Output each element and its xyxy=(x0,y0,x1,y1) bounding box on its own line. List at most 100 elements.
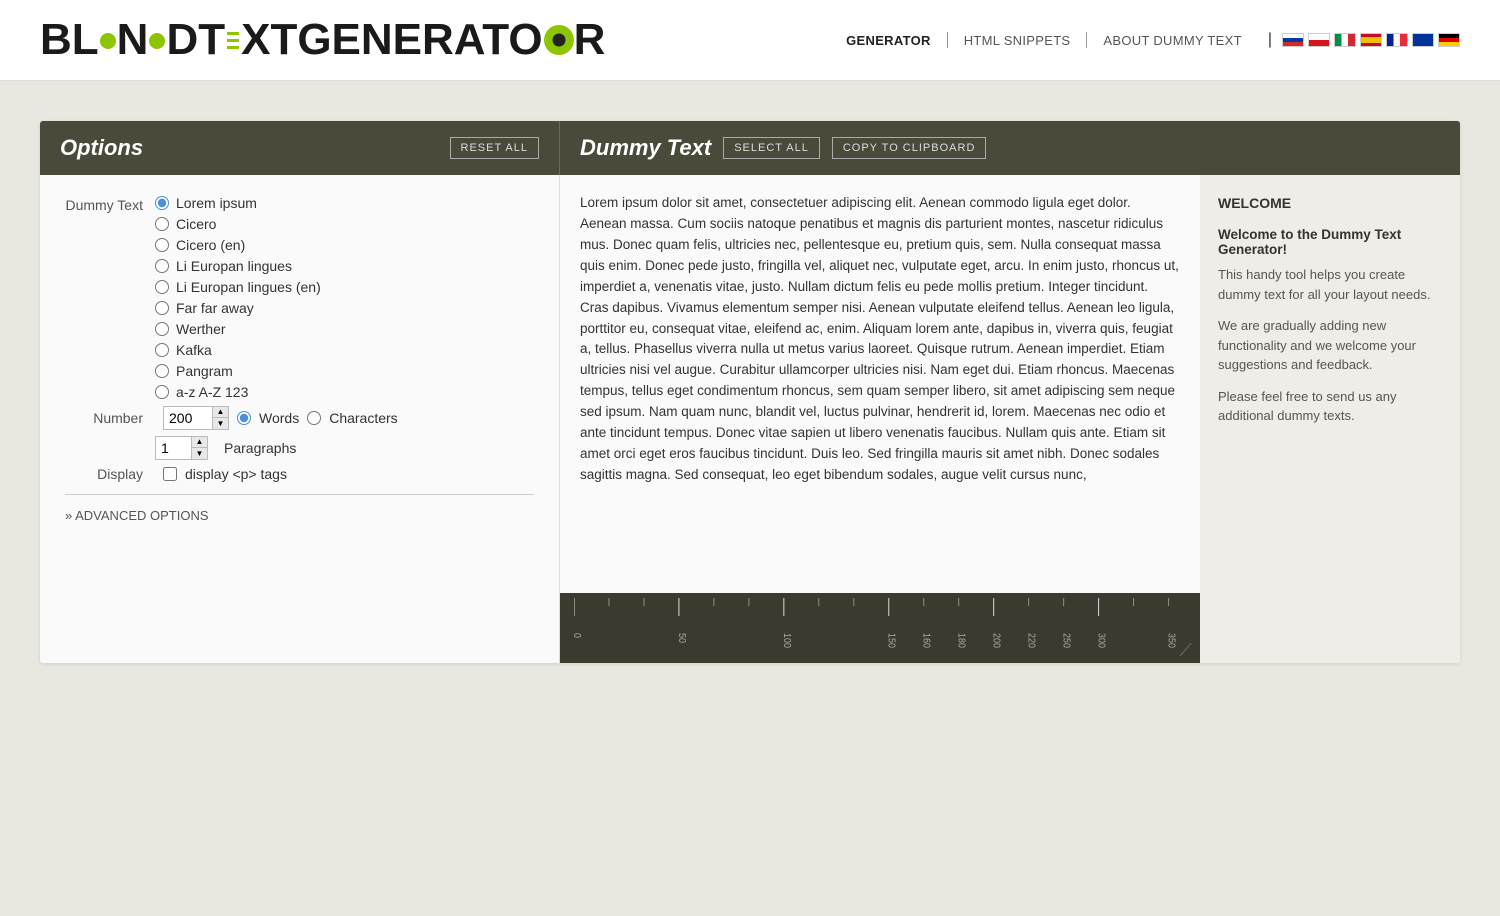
paragraphs-row: ▲ ▼ Paragraphs xyxy=(155,436,534,460)
number-row: Number ▲ ▼ Words Characters xyxy=(65,406,534,430)
ruler-ticks: /* generated via JS below */ xyxy=(570,598,1190,658)
radio-cicero-label: Cicero xyxy=(176,216,216,232)
svg-text:50: 50 xyxy=(677,633,688,643)
flag-cz[interactable] xyxy=(1308,33,1330,47)
radio-li-europan-en-input[interactable] xyxy=(155,280,169,294)
svg-text:220: 220 xyxy=(1027,633,1038,648)
dummy-header-col: Dummy Text SELECT ALL COPY TO CLIPBOARD xyxy=(560,121,1200,175)
dummy-text-choices: Lorem ipsum Cicero Cicero (en) Li E xyxy=(155,195,321,400)
svg-text:150: 150 xyxy=(887,633,898,648)
radio-far-away-input[interactable] xyxy=(155,301,169,315)
number-input-wrapper: ▲ ▼ xyxy=(163,406,229,430)
flag-it[interactable] xyxy=(1334,33,1356,47)
number-label: Number xyxy=(65,410,155,426)
display-label: Display xyxy=(65,466,155,482)
radio-kafka-input[interactable] xyxy=(155,343,169,357)
radio-lorem-input[interactable] xyxy=(155,196,169,210)
dummy-text-label: Dummy Text xyxy=(65,195,155,213)
main-wrapper: Options RESET ALL Dummy Text SELECT ALL … xyxy=(0,81,1500,693)
welcome-sidebar: WELCOME Welcome to the Dummy Text Genera… xyxy=(1200,175,1460,663)
svg-text:180: 180 xyxy=(957,633,968,648)
nav-html-snippets[interactable]: HTML SNIPPETS xyxy=(948,29,1087,52)
copy-to-clipboard-button[interactable]: COPY TO CLIPBOARD xyxy=(832,137,987,159)
welcome-para-1: This handy tool helps you create dummy t… xyxy=(1218,265,1442,304)
radio-pangram-input[interactable] xyxy=(155,364,169,378)
content-panel: Options RESET ALL Dummy Text SELECT ALL … xyxy=(40,121,1460,663)
flag-es[interactable] xyxy=(1360,33,1382,47)
radio-cicero-en: Cicero (en) xyxy=(155,237,321,253)
dummy-text-area xyxy=(560,175,1200,593)
display-p-tags-checkbox[interactable] xyxy=(163,467,177,481)
flag-ru[interactable] xyxy=(1282,33,1304,47)
logo-bl: BL xyxy=(40,18,99,62)
svg-text:100: 100 xyxy=(782,633,793,648)
panel-body: Dummy Text Lorem ipsum Cicero Cicero xyxy=(40,175,1460,663)
welcome-title: WELCOME xyxy=(1218,195,1442,211)
logo-dt: DT xyxy=(166,18,225,62)
welcome-para-3: Please feel free to send us any addition… xyxy=(1218,387,1442,426)
svg-text:200: 200 xyxy=(992,633,1003,648)
radio-kafka-label: Kafka xyxy=(176,342,212,358)
paragraphs-spinner-buttons: ▲ ▼ xyxy=(191,437,207,459)
radio-werther: Werther xyxy=(155,321,321,337)
dummy-text-column: ⟋ xyxy=(560,175,1200,663)
radio-li-europan-input[interactable] xyxy=(155,259,169,273)
flag-de[interactable] xyxy=(1438,33,1460,47)
dummy-text-option-row: Dummy Text Lorem ipsum Cicero Cicero xyxy=(65,195,534,400)
sidebar-header-col xyxy=(1200,121,1460,175)
radio-kafka: Kafka xyxy=(155,342,321,358)
welcome-subtitle: Welcome to the Dummy Text Generator! xyxy=(1218,227,1442,257)
paragraphs-input[interactable] xyxy=(156,437,191,459)
radio-lorem-label: Lorem ipsum xyxy=(176,195,257,211)
radio-words-input[interactable] xyxy=(237,411,251,425)
ruler-svg: /* generated via JS below */ xyxy=(574,598,1186,658)
radio-werther-input[interactable] xyxy=(155,322,169,336)
nav-generator[interactable]: GENERATOR xyxy=(830,29,947,52)
svg-text:350: 350 xyxy=(1166,633,1177,648)
paragraphs-label: Paragraphs xyxy=(224,440,296,456)
paragraphs-decrement-button[interactable]: ▼ xyxy=(191,448,207,459)
dummy-text-textarea[interactable] xyxy=(580,193,1180,570)
resize-indicator-icon: ⟋ xyxy=(1179,640,1192,661)
radio-chars-label: Characters xyxy=(329,410,397,426)
radio-li-europan: Li Europan lingues xyxy=(155,258,321,274)
radio-far-away-label: Far far away xyxy=(176,300,254,316)
paragraphs-increment-button[interactable]: ▲ xyxy=(191,437,207,448)
radio-lorem: Lorem ipsum xyxy=(155,195,321,211)
radio-words-label: Words xyxy=(259,410,299,426)
number-input[interactable] xyxy=(164,407,212,429)
radio-cicero-en-label: Cicero (en) xyxy=(176,237,245,253)
reset-all-button[interactable]: RESET ALL xyxy=(450,137,540,159)
radio-cicero-input[interactable] xyxy=(155,217,169,231)
dummy-title: Dummy Text xyxy=(580,135,711,161)
nav-divider-3: | xyxy=(1268,31,1272,49)
logo-dot1 xyxy=(100,33,116,49)
ruler: ⟋ xyxy=(560,593,1200,663)
paragraphs-input-wrapper: ▲ ▼ xyxy=(155,436,208,460)
radio-az: a-z A-Z 123 xyxy=(155,384,321,400)
number-increment-button[interactable]: ▲ xyxy=(212,407,228,418)
radio-li-europan-label: Li Europan lingues xyxy=(176,258,292,274)
logo-ndot: N xyxy=(117,18,149,62)
flag-gb[interactable] xyxy=(1412,33,1434,47)
display-row: Display display <p> tags xyxy=(65,466,534,482)
logo: BL N DT XTGENERATO R xyxy=(40,18,605,62)
flag-fr[interactable] xyxy=(1386,33,1408,47)
number-decrement-button[interactable]: ▼ xyxy=(212,418,228,429)
nav-about[interactable]: ABOUT DUMMY TEXT xyxy=(1087,29,1257,52)
radio-az-input[interactable] xyxy=(155,385,169,399)
radio-li-europan-en-label: Li Europan lingues (en) xyxy=(176,279,321,295)
logo-gear-icon xyxy=(544,25,574,55)
radio-pangram-label: Pangram xyxy=(176,363,233,379)
options-column: Dummy Text Lorem ipsum Cicero Cicero xyxy=(40,175,560,663)
logo-lines-icon xyxy=(227,32,239,49)
advanced-options-link[interactable]: » ADVANCED OPTIONS xyxy=(65,508,209,523)
svg-text:0: 0 xyxy=(574,633,583,638)
radio-chars-input[interactable] xyxy=(307,411,321,425)
panel-header: Options RESET ALL Dummy Text SELECT ALL … xyxy=(40,121,1460,175)
ruler-ticks-bar: /* generated via JS below */ xyxy=(574,598,1186,658)
nav: GENERATOR HTML SNIPPETS ABOUT DUMMY TEXT… xyxy=(830,29,1460,52)
radio-cicero-en-input[interactable] xyxy=(155,238,169,252)
logo-dot2 xyxy=(149,33,165,49)
select-all-button[interactable]: SELECT ALL xyxy=(723,137,820,159)
